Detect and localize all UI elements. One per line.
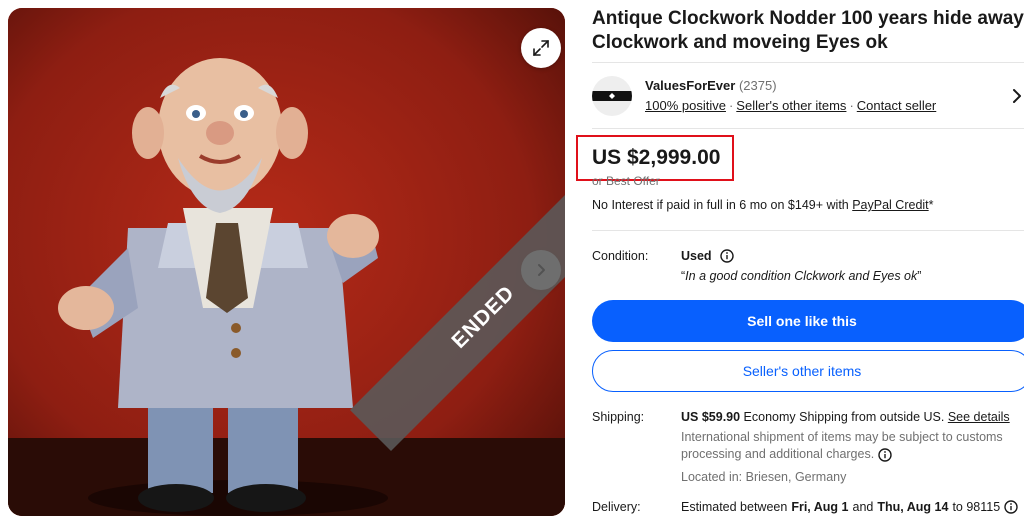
delivery-and: and (852, 500, 874, 514)
financing-text: No Interest if paid in full in 6 mo on $… (592, 198, 853, 212)
shipping-summary: US $59.90 Economy Shipping from outside … (681, 410, 1010, 424)
intl-note-text: International shipment of items may be s… (681, 430, 1003, 461)
seller-logo-icon (592, 91, 632, 101)
see-details-link[interactable]: See details (948, 410, 1010, 424)
condition-note: In a good condition Clckwork and Eyes ok (685, 269, 918, 283)
info-icon[interactable] (877, 448, 892, 462)
sellers-other-items-button[interactable]: Seller's other items (592, 350, 1024, 392)
seller-name[interactable]: ValuesForEver (645, 78, 735, 93)
best-offer-label: or Best Offer (592, 174, 660, 188)
contact-seller-link[interactable]: Contact seller (857, 98, 936, 113)
seller-links: 100% positive · Seller's other items · Conta… (645, 98, 937, 113)
shipping-cost: US $59.90 (681, 410, 741, 424)
divider (592, 230, 1024, 231)
seller-positive-link[interactable]: 100% positive (645, 98, 726, 113)
shipping-label: Shipping: (592, 410, 645, 424)
item-location: Located in: Briesen, Germany (681, 470, 847, 484)
item-photo (8, 8, 565, 516)
delivery-start: Fri, Aug 1 (791, 500, 849, 514)
condition-description: “In a good condition Clckwork and Eyes o… (681, 269, 921, 283)
condition-value-row: Used (681, 249, 734, 263)
paypal-credit-link[interactable]: PayPal Credit (852, 198, 928, 212)
chevron-right-icon[interactable] (1012, 88, 1022, 104)
condition-label: Condition: (592, 249, 649, 263)
expand-icon (533, 40, 549, 56)
delivery-label: Delivery: (592, 500, 641, 514)
delivery-prefix: Estimated between (681, 500, 788, 514)
seller-other-items-link[interactable]: Seller's other items (736, 98, 846, 113)
info-icon[interactable] (1004, 500, 1018, 514)
item-image-panel[interactable]: ENDED (8, 8, 565, 516)
item-price: US $2,999.00 (592, 146, 721, 169)
shipping-method: Economy Shipping from outside US. (740, 410, 948, 424)
info-icon[interactable] (719, 249, 734, 263)
seller-feedback-count: (2375) (738, 78, 777, 93)
expand-image-button[interactable] (521, 28, 561, 68)
financing-suffix: * (928, 198, 934, 212)
seller-name-row: ValuesForEver (2375) (645, 78, 777, 93)
divider (592, 62, 1024, 63)
international-shipping-note: International shipment of items may be s… (681, 429, 1021, 463)
listing-details: Antique Clockwork Nodder 100 years hide … (576, 0, 1024, 524)
delivery-end: Thu, Aug 14 (877, 500, 949, 514)
condition-close-quote: ” (917, 269, 922, 283)
financing-note: No Interest if paid in full in 6 mo on $… (592, 198, 934, 212)
seller-avatar[interactable] (592, 76, 632, 116)
listing-title: Antique Clockwork Nodder 100 years hide … (592, 8, 1024, 53)
sell-one-like-this-button[interactable]: Sell one like this (592, 300, 1024, 342)
condition-value: Used (681, 249, 712, 263)
delivery-zip: to 98115 (952, 500, 1001, 514)
delivery-estimate: Estimated between Fri, Aug 1 and Thu, Au… (681, 500, 1018, 514)
divider (592, 128, 1024, 129)
